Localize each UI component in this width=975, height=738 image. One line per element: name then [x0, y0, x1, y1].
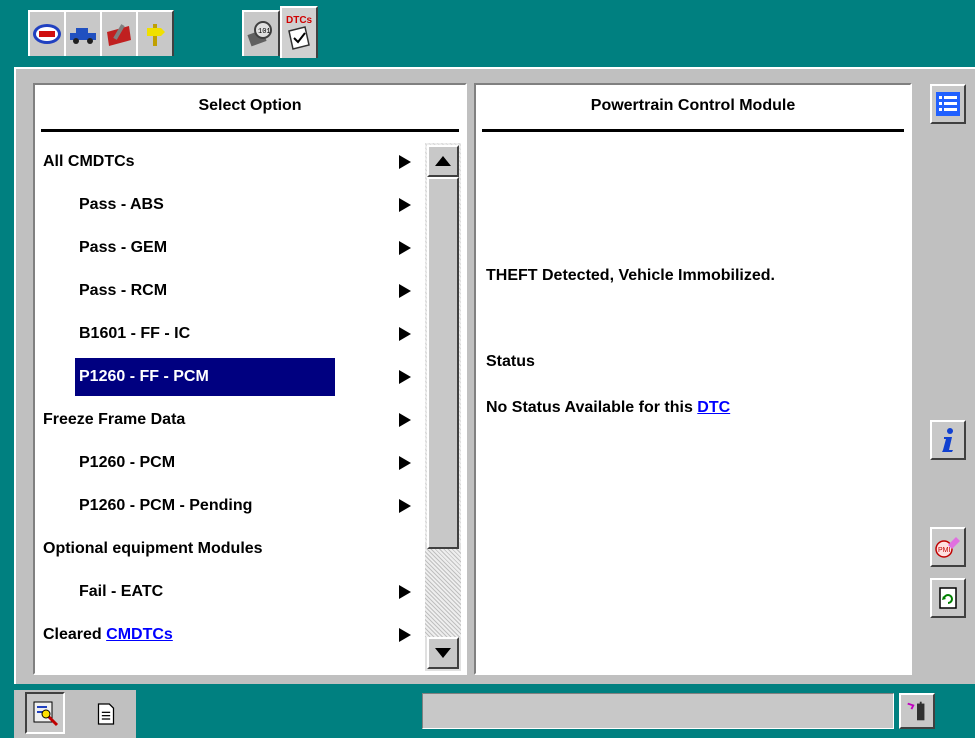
- scroll-down-button[interactable]: [427, 637, 459, 669]
- expand-arrow-icon[interactable]: [399, 327, 411, 341]
- status-heading: Status: [486, 353, 535, 370]
- refresh-page-icon: [939, 587, 957, 609]
- module-title-divider: [482, 129, 904, 132]
- list-item-selected[interactable]: P1260 - FF - PCM: [75, 358, 335, 396]
- status-message: No Status Available for this: [486, 399, 698, 416]
- toolbox-icon: [107, 24, 131, 46]
- list-item[interactable]: P1260 - PCM: [79, 452, 175, 474]
- list-item[interactable]: Cleared CMDTCs: [43, 624, 173, 646]
- expand-arrow-icon[interactable]: [399, 413, 411, 427]
- list-item-label: P1260 - PCM: [79, 454, 176, 471]
- arrow-down-icon: [435, 648, 451, 658]
- tab-dtcs[interactable]: DTCs: [280, 6, 318, 58]
- document-icon: [97, 703, 115, 725]
- scroll-up-button[interactable]: [427, 145, 459, 177]
- expand-arrow-icon[interactable]: [399, 198, 411, 212]
- expand-arrow-icon[interactable]: [399, 241, 411, 255]
- info-button[interactable]: [930, 420, 966, 460]
- status-field: [422, 693, 894, 729]
- expand-arrow-icon[interactable]: [399, 456, 411, 470]
- theft-message: THEFT Detected, Vehicle Immobilized.: [486, 267, 775, 284]
- tab-signpost[interactable]: [136, 10, 174, 56]
- signal-check-button[interactable]: [899, 693, 935, 729]
- tab-wds[interactable]: [28, 10, 66, 56]
- select-option-panel: Select Option All CMDTCs Pass - ABS Pass -…: [33, 83, 467, 675]
- magnifier-module-icon: 101: [247, 21, 272, 47]
- list-item-label: All CMDTCs: [43, 153, 135, 170]
- expand-arrow-icon[interactable]: [399, 370, 411, 384]
- dtc-link[interactable]: DTC: [697, 399, 730, 416]
- scrollbar-track[interactable]: [425, 143, 461, 671]
- expand-arrow-icon[interactable]: [399, 284, 411, 298]
- list-item-label: Cleared: [43, 626, 107, 643]
- signpost-icon: [147, 24, 165, 46]
- signal-check-icon: [907, 701, 925, 721]
- list-item[interactable]: B1601 - FF - IC: [79, 323, 190, 345]
- list-item[interactable]: Fail - EATC: [79, 581, 163, 603]
- pmi-eraser-icon: PMI: [935, 537, 960, 558]
- list-item[interactable]: All CMDTCs: [43, 151, 135, 173]
- tab-module-search[interactable]: 101: [242, 10, 280, 56]
- list-item[interactable]: Pass - ABS: [79, 194, 164, 216]
- list-item[interactable]: Optional equipment Modules: [43, 538, 263, 560]
- status-text: No Status Available for this DTC: [486, 397, 730, 419]
- list-item[interactable]: Pass - RCM: [79, 280, 167, 302]
- expand-arrow-icon[interactable]: [399, 499, 411, 513]
- refresh-page-button[interactable]: [930, 578, 966, 618]
- expand-arrow-icon[interactable]: [399, 628, 411, 642]
- list-item[interactable]: P1260 - PCM - Pending: [79, 495, 252, 517]
- list-item-label: Freeze Frame Data: [43, 411, 186, 428]
- module-search-icon: [33, 701, 59, 727]
- module-panel-title: Powertrain Control Module: [590, 97, 796, 114]
- svg-text:PMI: PMI: [938, 547, 951, 554]
- scrollbar-thumb[interactable]: [427, 177, 459, 549]
- svg-text:DTCs: DTCs: [286, 15, 313, 26]
- list-item-label: Optional equipment Modules: [43, 540, 263, 557]
- scrollbar-track-lower[interactable]: [425, 549, 461, 637]
- info-icon: [942, 428, 953, 452]
- list-item-label: Fail - EATC: [79, 583, 164, 600]
- list-item-label: Pass - GEM: [79, 239, 168, 256]
- list-item-label: P1260 - FF - PCM: [79, 368, 209, 385]
- list-item[interactable]: Pass - GEM: [79, 237, 167, 259]
- wds-logo-icon: [33, 24, 61, 44]
- list-icon: [936, 92, 960, 116]
- list-item-label: B1601 - FF - IC: [79, 325, 191, 342]
- list-button[interactable]: [930, 84, 966, 124]
- vehicle-icon: [70, 28, 96, 44]
- svg-text:101: 101: [258, 28, 271, 36]
- expand-arrow-icon[interactable]: [399, 585, 411, 599]
- list-item-label: Pass - RCM: [79, 282, 168, 299]
- tab-vehicle[interactable]: [64, 10, 102, 56]
- pmi-eraser-button[interactable]: PMI: [930, 527, 966, 567]
- tab-toolbox[interactable]: [100, 10, 138, 56]
- module-panel: Powertrain Control Module THEFT Detected…: [474, 83, 912, 675]
- title-divider: [41, 129, 459, 132]
- dtc-clipboard-icon: DTCs: [286, 15, 313, 50]
- bottom-module-search-button[interactable]: [25, 692, 65, 734]
- arrow-up-icon: [435, 156, 451, 166]
- list-item[interactable]: Freeze Frame Data: [43, 409, 185, 431]
- bottom-document-button[interactable]: [88, 696, 124, 732]
- expand-arrow-icon[interactable]: [399, 155, 411, 169]
- cmdtcs-link[interactable]: CMDTCs: [106, 626, 173, 643]
- list-item-label: Pass - ABS: [79, 196, 164, 213]
- list-item-label: P1260 - PCM - Pending: [79, 497, 253, 514]
- select-option-title: Select Option: [198, 97, 302, 114]
